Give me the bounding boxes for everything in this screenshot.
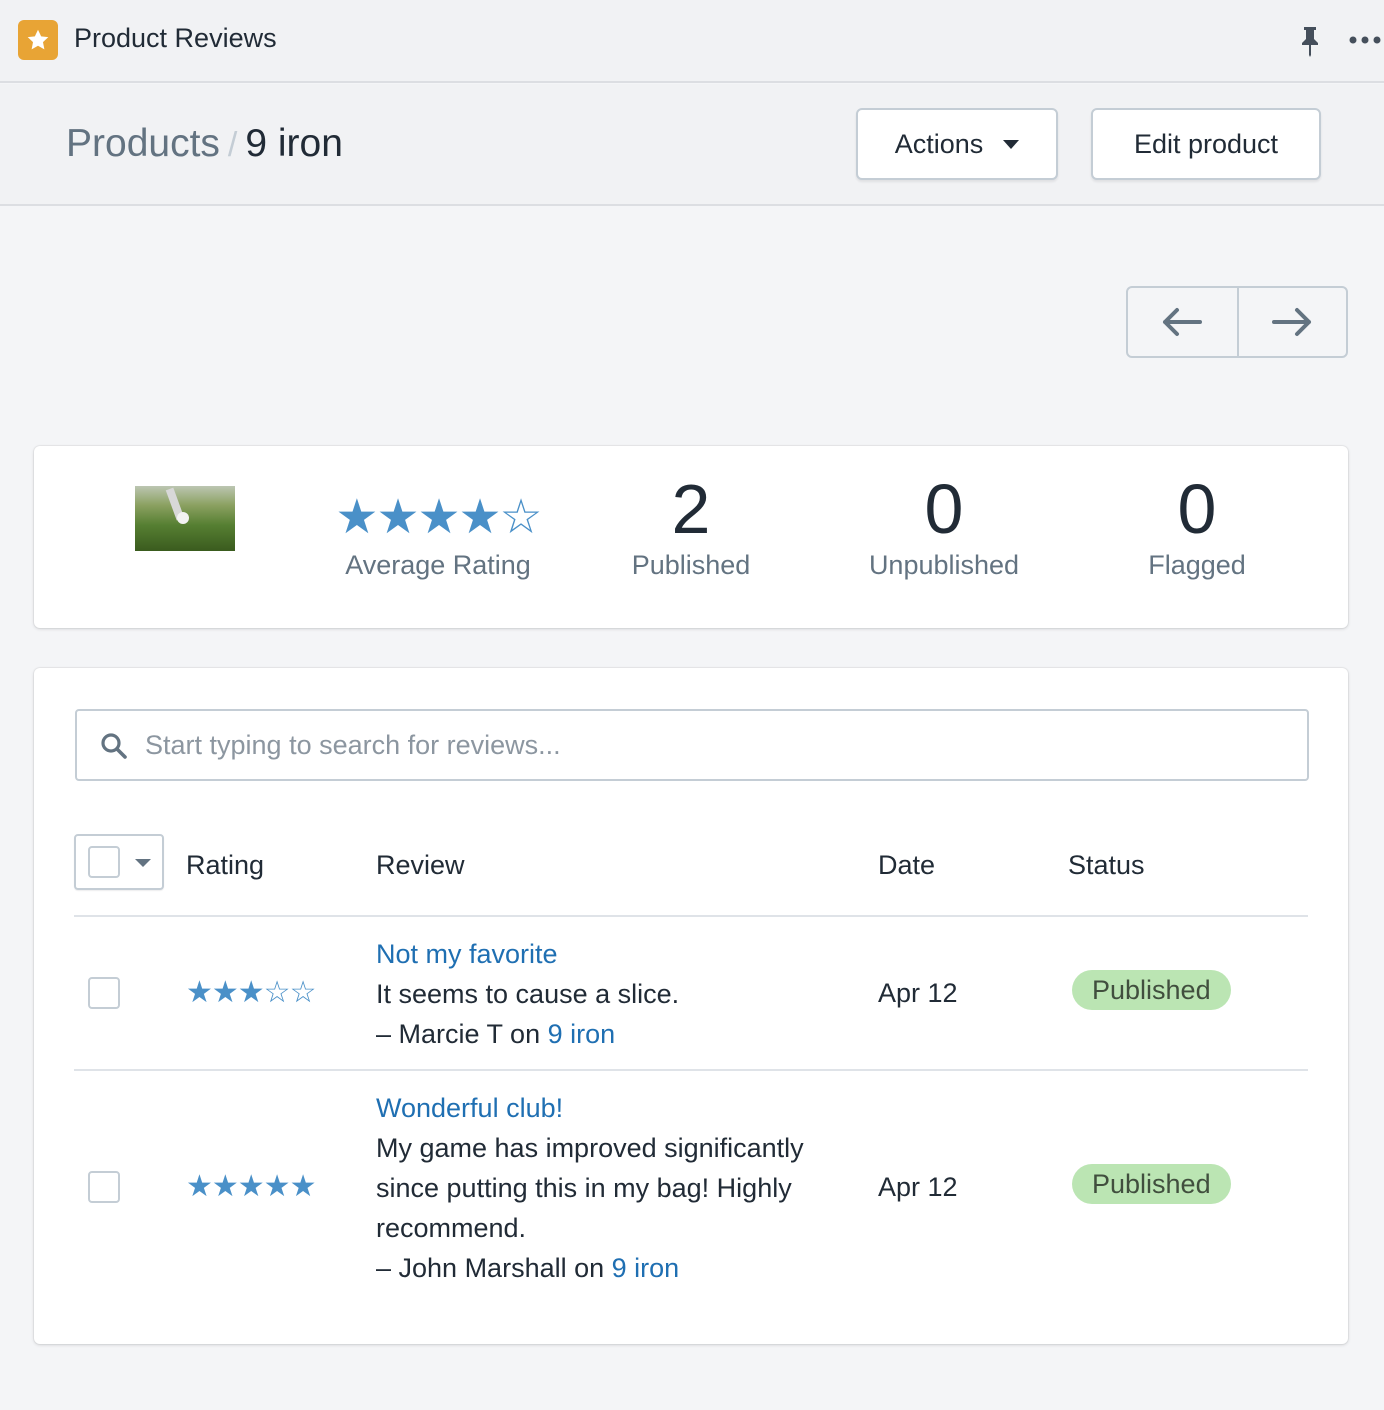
review-summary-card: ★★★★☆ Average Rating 2 Published 0 Unpub… bbox=[34, 446, 1348, 628]
breadcrumb-separator: / bbox=[227, 126, 238, 164]
pagination bbox=[1126, 286, 1348, 358]
average-rating: ★★★★☆ Average Rating bbox=[330, 491, 546, 581]
search-field bbox=[75, 709, 1309, 781]
next-page-button[interactable] bbox=[1236, 288, 1346, 356]
column-header-date[interactable]: Date bbox=[878, 850, 935, 881]
average-rating-label: Average Rating bbox=[345, 550, 531, 580]
search-icon bbox=[101, 733, 127, 759]
table-header-divider bbox=[74, 915, 1308, 917]
app-title: Product Reviews bbox=[74, 23, 277, 53]
arrow-right-icon bbox=[1272, 308, 1312, 336]
review-body: My game has improved significantly since… bbox=[376, 1133, 804, 1243]
review-author-text: – Marcie T on bbox=[376, 1019, 548, 1049]
edit-product-button[interactable]: Edit product bbox=[1091, 108, 1321, 180]
product-link[interactable]: 9 iron bbox=[548, 1019, 616, 1049]
review-rating-stars: ★★★★★ bbox=[186, 1170, 316, 1203]
review-date: Apr 12 bbox=[878, 1172, 958, 1202]
bulk-select[interactable] bbox=[74, 834, 164, 890]
unpublished-label: Unpublished bbox=[868, 550, 1020, 580]
review-content: Not my favorite It seems to cause a slic… bbox=[376, 934, 856, 1054]
caret-down-icon bbox=[1003, 139, 1020, 149]
breadcrumb: Products/9 iron bbox=[66, 122, 343, 166]
pin-icon[interactable] bbox=[1296, 24, 1324, 58]
select-all-checkbox[interactable] bbox=[88, 846, 120, 878]
review-author: – Marcie T on 9 iron bbox=[376, 1014, 856, 1054]
average-rating-stars: ★★★★☆ bbox=[335, 491, 542, 544]
app-topbar: Product Reviews bbox=[0, 0, 1384, 83]
review-title-link[interactable]: Wonderful club! bbox=[376, 1088, 856, 1128]
more-options-icon[interactable] bbox=[1348, 30, 1384, 50]
unpublished-count: 0 bbox=[924, 470, 964, 548]
actions-button-label: Actions bbox=[894, 128, 984, 159]
flagged-stat: 0 Flagged bbox=[1077, 470, 1317, 581]
row-checkbox[interactable] bbox=[88, 1171, 120, 1203]
column-header-status[interactable]: Status bbox=[1068, 850, 1145, 881]
review-date: Apr 12 bbox=[878, 978, 958, 1008]
status-badge: Published bbox=[1072, 1164, 1231, 1204]
star-icon bbox=[18, 20, 58, 60]
review-content: Wonderful club! My game has improved sig… bbox=[376, 1088, 856, 1288]
published-label: Published bbox=[631, 550, 751, 580]
published-count: 2 bbox=[671, 470, 711, 548]
flagged-label: Flagged bbox=[1148, 550, 1246, 580]
review-rating-stars: ★★★☆☆ bbox=[186, 976, 316, 1009]
row-checkbox[interactable] bbox=[88, 977, 120, 1009]
reviews-card: Rating Review Date Status ★★★☆☆ Not my f… bbox=[34, 668, 1348, 1344]
previous-page-button[interactable] bbox=[1128, 288, 1237, 356]
product-thumbnail bbox=[135, 486, 235, 551]
review-author: – John Marshall on 9 iron bbox=[376, 1248, 856, 1288]
review-body: It seems to cause a slice. bbox=[376, 979, 680, 1009]
arrow-left-icon bbox=[1163, 308, 1203, 336]
product-link[interactable]: 9 iron bbox=[612, 1253, 680, 1283]
review-author-text: – John Marshall on bbox=[376, 1253, 612, 1283]
status-badge: Published bbox=[1072, 970, 1231, 1010]
flagged-count: 0 bbox=[1177, 470, 1217, 548]
published-stat: 2 Published bbox=[571, 470, 811, 581]
actions-button[interactable]: Actions bbox=[856, 108, 1058, 180]
search-input[interactable] bbox=[145, 717, 1285, 773]
breadcrumb-products-link[interactable]: Products bbox=[66, 122, 220, 165]
column-header-rating[interactable]: Rating bbox=[186, 850, 264, 881]
unpublished-stat: 0 Unpublished bbox=[824, 470, 1064, 581]
review-title-link[interactable]: Not my favorite bbox=[376, 934, 856, 974]
row-divider bbox=[74, 1069, 1308, 1071]
edit-product-button-label: Edit product bbox=[1133, 128, 1279, 159]
page-title: 9 iron bbox=[245, 122, 343, 165]
column-header-review[interactable]: Review bbox=[376, 850, 465, 881]
caret-down-icon[interactable] bbox=[135, 859, 151, 867]
